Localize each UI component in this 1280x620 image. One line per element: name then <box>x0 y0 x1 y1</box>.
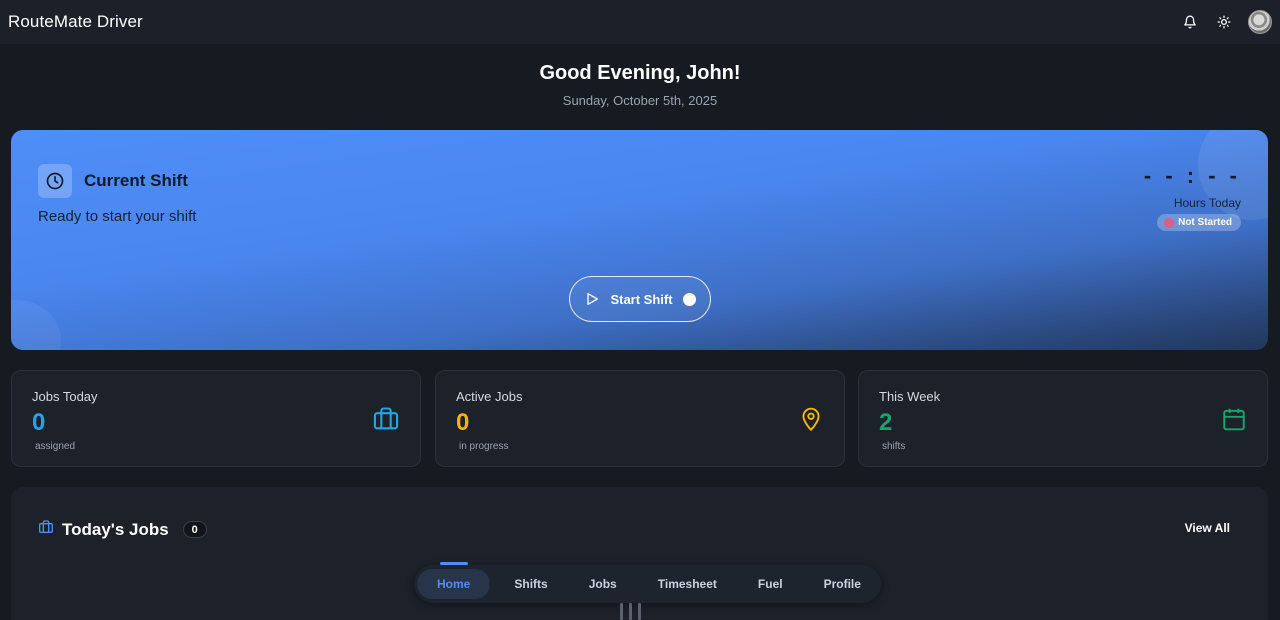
view-all-link[interactable]: View All <box>1185 521 1230 535</box>
loader-bar <box>638 603 641 620</box>
stat-label: This Week <box>879 389 941 404</box>
start-shift-label: Start Shift <box>610 291 673 307</box>
nav-label: Shifts <box>514 577 548 591</box>
loader-bar <box>620 603 623 620</box>
stat-card-active-jobs[interactable]: Active Jobs 0 in progress <box>435 370 845 467</box>
nav-item-jobs[interactable]: Jobs <box>572 569 634 599</box>
play-icon <box>587 293 599 305</box>
nav-item-profile[interactable]: Profile <box>807 569 878 599</box>
avatar[interactable] <box>1248 10 1272 34</box>
loader-bar <box>629 603 632 620</box>
start-shift-button[interactable]: Start Shift <box>569 276 711 322</box>
todays-jobs-header: Today's Jobs 0 <box>38 519 207 540</box>
greeting: Good Evening, John! Sunday, October 5th,… <box>0 62 1280 108</box>
greeting-date: Sunday, October 5th, 2025 <box>562 93 718 108</box>
nav-item-shifts[interactable]: Shifts <box>497 569 564 599</box>
nav-label: Fuel <box>757 577 783 591</box>
nav-item-home[interactable]: Home <box>417 562 491 599</box>
stat-value: 0 <box>32 409 46 436</box>
stat-unit: shifts <box>882 441 906 452</box>
status-badge: Not Started <box>1157 214 1241 231</box>
app-title: RouteMate Driver <box>8 12 143 31</box>
status-text: Not Started <box>1178 217 1232 228</box>
todays-jobs-title: Today's Jobs <box>62 519 169 539</box>
map-pin-icon <box>798 405 824 438</box>
greeting-title: Good Evening, John! <box>539 62 741 84</box>
decorative-circle <box>11 300 61 350</box>
toggle-dot <box>682 292 696 306</box>
stat-value: 0 <box>456 409 470 436</box>
nav-label: Home <box>437 577 471 591</box>
stat-value: 2 <box>879 409 893 436</box>
nav-item-fuel[interactable]: Fuel <box>741 569 800 599</box>
active-indicator <box>439 562 468 565</box>
clock-icon <box>38 164 72 198</box>
shift-subtitle: Ready to start your shift <box>38 208 197 225</box>
nav-label: Profile <box>823 577 861 591</box>
sun-icon[interactable] <box>1214 12 1234 32</box>
stat-unit: assigned <box>35 441 76 452</box>
top-bar: RouteMate Driver <box>0 0 1280 44</box>
briefcase-icon <box>38 519 54 540</box>
hours-today: - - : - - Hours Today Not Started <box>1143 163 1241 233</box>
stat-unit: in progress <box>459 441 509 452</box>
stat-card-jobs-today[interactable]: Jobs Today 0 assigned <box>11 370 421 467</box>
briefcase-icon <box>372 405 400 438</box>
nav-label: Jobs <box>588 577 617 591</box>
loading-indicator <box>620 603 641 620</box>
calendar-icon <box>1221 405 1247 438</box>
current-shift-card: Current Shift Ready to start your shift … <box>11 130 1268 350</box>
shift-title: Current Shift <box>84 171 188 190</box>
stat-label: Active Jobs <box>456 389 523 404</box>
nav-item-timesheet[interactable]: Timesheet <box>641 569 734 599</box>
stat-card-this-week[interactable]: This Week 2 shifts <box>858 370 1268 467</box>
shift-header: Current Shift <box>38 164 188 198</box>
hours-value: - - : - - <box>1143 163 1241 188</box>
top-actions <box>1180 10 1272 34</box>
nav-label: Timesheet <box>657 577 717 591</box>
status-icon <box>1164 217 1175 228</box>
bell-icon[interactable] <box>1180 12 1200 32</box>
jobs-count-badge: 0 <box>182 521 207 538</box>
stat-label: Jobs Today <box>32 389 98 404</box>
bottom-nav: Home Shifts Jobs Timesheet Fuel Profile <box>414 562 881 603</box>
hours-label: Hours Today <box>1173 196 1241 210</box>
